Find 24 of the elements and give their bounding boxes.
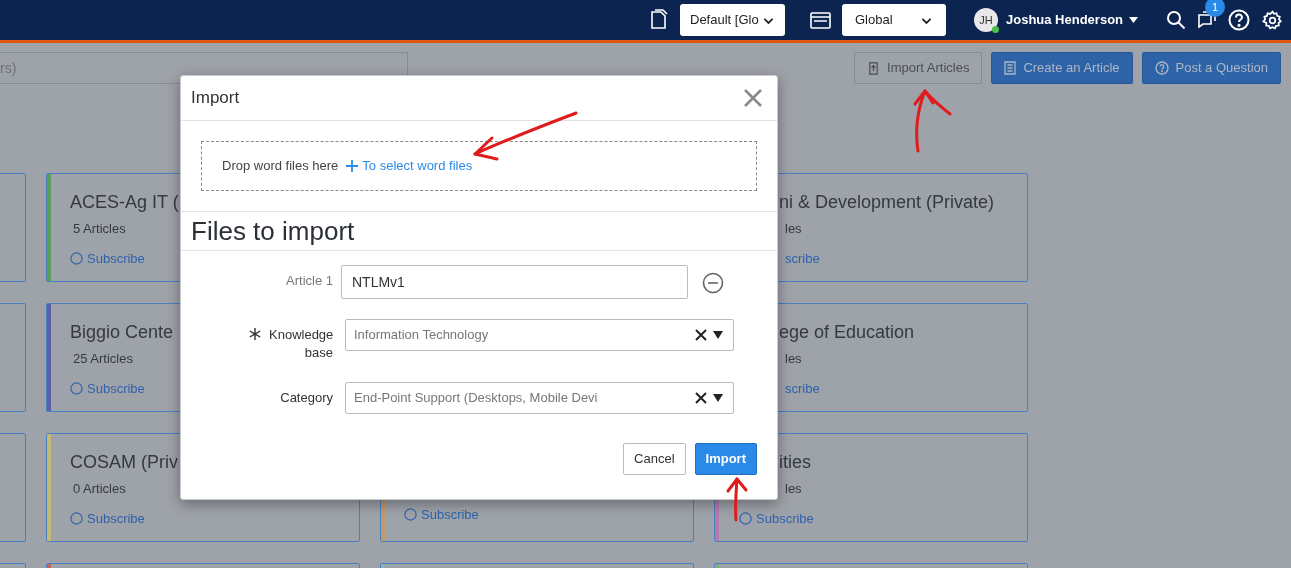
article-count: 5 Articles — [73, 220, 126, 238]
select-value: Global — [855, 11, 893, 30]
article-count: les — [785, 480, 802, 498]
dropdown-value: End-Point Support (Desktops, Mobile Devi — [354, 389, 598, 408]
card-title: ege of Education — [779, 321, 915, 344]
card-title: ni & Development (Private) — [779, 191, 995, 214]
dropdown-value: Information Technology — [354, 326, 489, 345]
section-heading: Files to import — [191, 214, 355, 248]
card-title: COSAM (Priv — [70, 451, 178, 474]
card-title: ities — [779, 451, 811, 474]
card-title: Biggio Cente — [70, 321, 174, 344]
article-count: les — [785, 350, 802, 368]
field-label: Knowledge base — [269, 326, 333, 362]
notification-badge: 1 — [1205, 0, 1226, 17]
dialog-title: Import — [191, 87, 240, 110]
field-label: Category — [279, 389, 333, 407]
select-value: Default [Glo — [690, 11, 759, 30]
card-title: ACES-Ag IT ( — [70, 191, 179, 214]
article-count: 25 Articles — [73, 350, 133, 368]
input-value: NTLMv1 — [352, 272, 405, 292]
article-count: les — [785, 220, 802, 238]
field-label: Article 1 — [286, 272, 333, 290]
article-count: 0 Articles — [73, 480, 126, 498]
dropzone-text: Drop word files here — [222, 157, 339, 176]
